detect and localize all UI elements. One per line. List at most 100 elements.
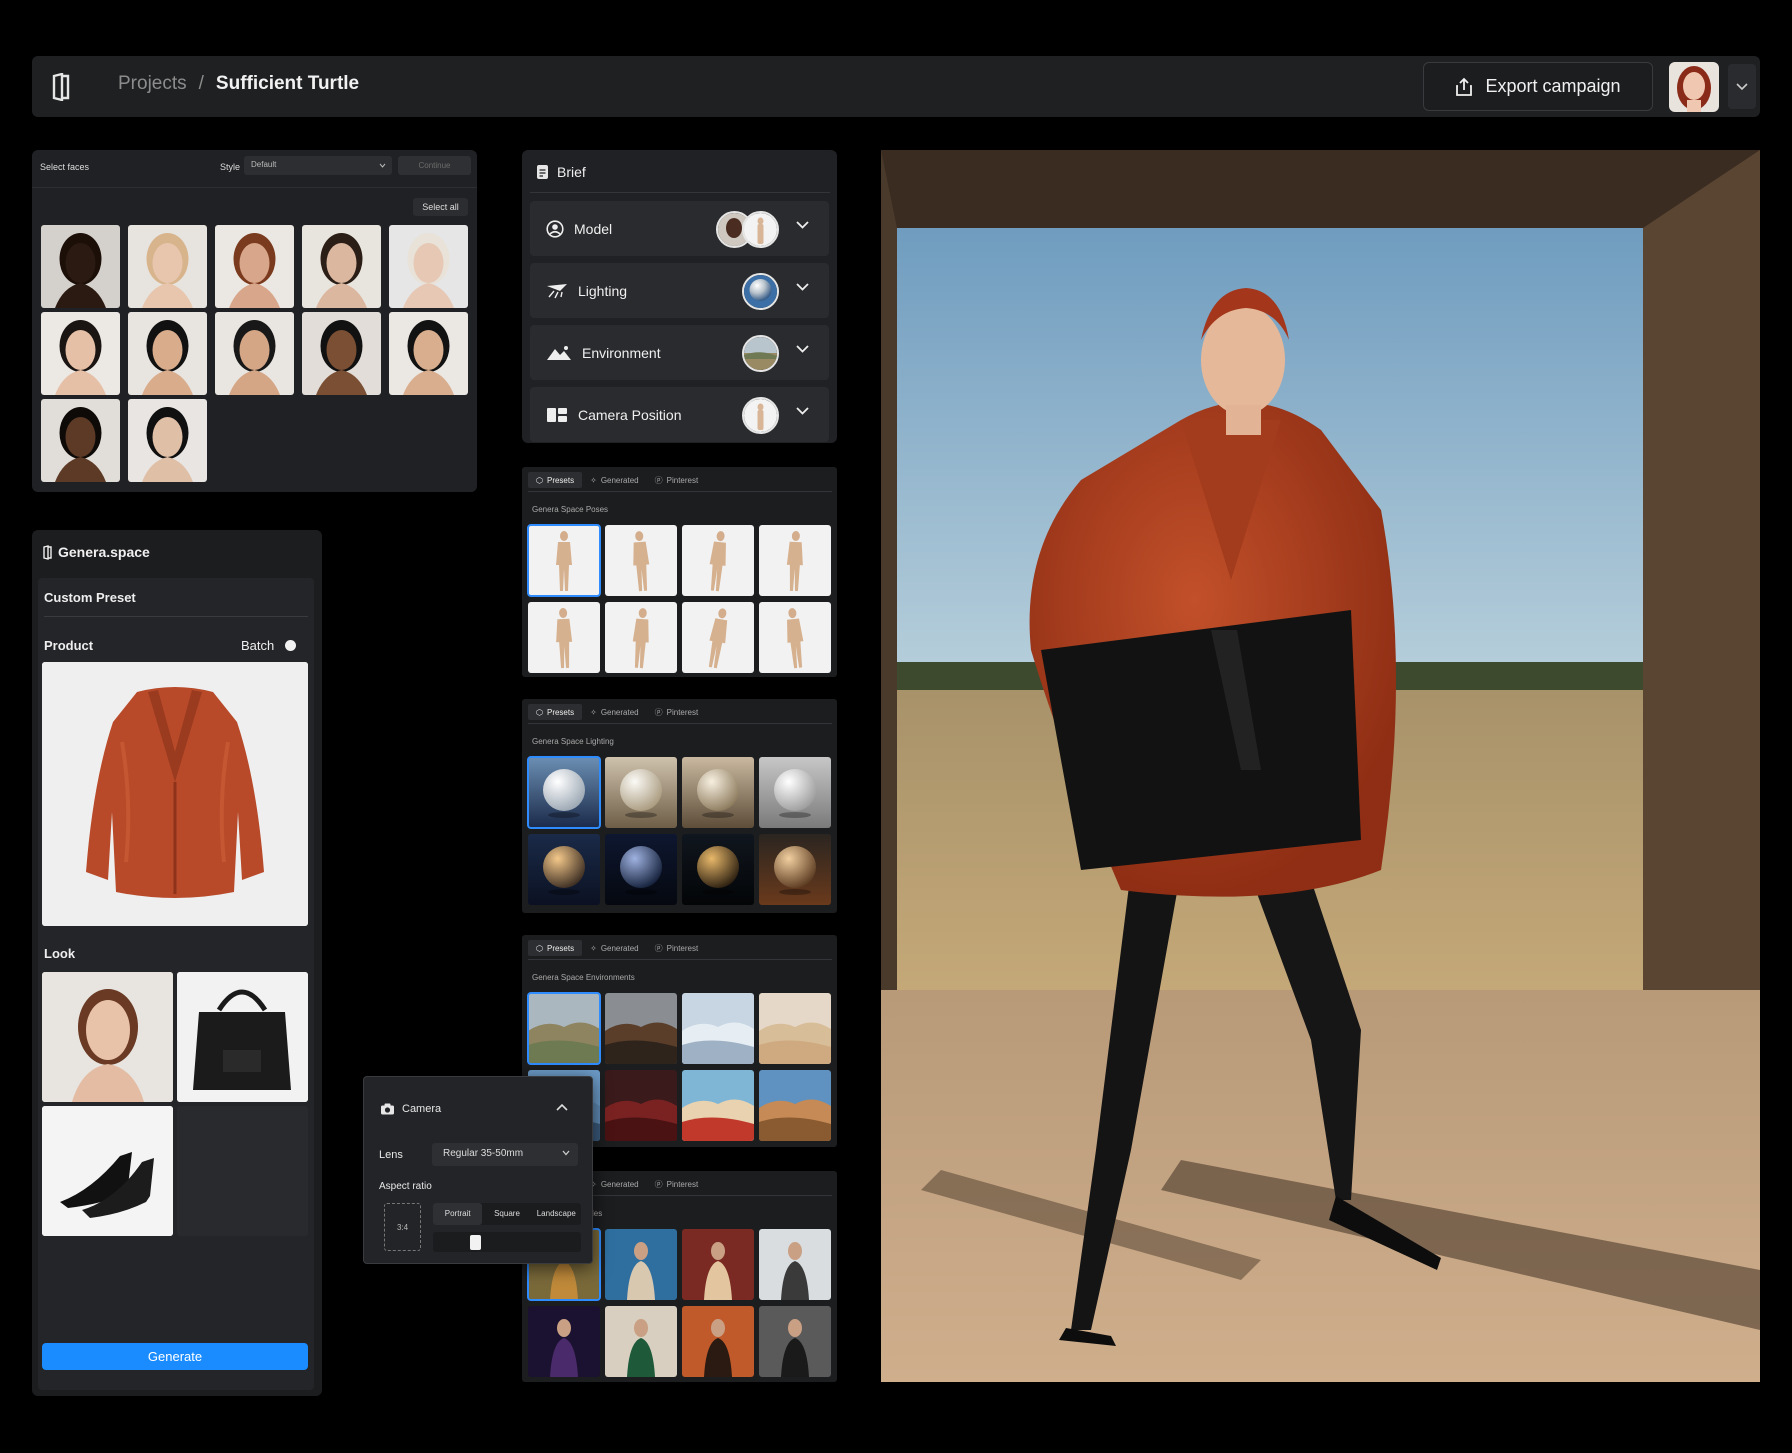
face-option[interactable] <box>128 312 207 395</box>
look-item-model[interactable] <box>42 972 173 1102</box>
style-select[interactable]: Default <box>244 156 392 175</box>
chevron-down-icon[interactable] <box>796 407 809 415</box>
pose-option[interactable] <box>759 525 831 596</box>
environment-option[interactable] <box>682 993 754 1064</box>
face-option[interactable] <box>302 225 381 308</box>
look-item-heels[interactable] <box>42 1106 173 1236</box>
breadcrumb-projects-link[interactable]: Projects <box>118 73 187 95</box>
export-campaign-button[interactable]: Export campaign <box>1423 62 1653 111</box>
face-option[interactable] <box>215 312 294 395</box>
environment-option[interactable] <box>759 1070 831 1141</box>
lighting-option[interactable] <box>759 834 831 905</box>
app-logo-icon[interactable] <box>50 73 72 101</box>
environment-option[interactable] <box>605 1070 677 1141</box>
faces-title: Select faces <box>40 162 90 172</box>
aspect-ratio-slider[interactable] <box>433 1232 581 1252</box>
lighting-option[interactable] <box>682 834 754 905</box>
pose-option[interactable] <box>527 524 601 597</box>
tab-label: Presets <box>546 943 575 953</box>
environment-thumb <box>742 335 779 372</box>
aspect-option-landscape[interactable]: Landscape <box>532 1203 581 1225</box>
brief-row-lighting[interactable]: Lighting <box>530 263 829 318</box>
face-option[interactable] <box>215 225 294 308</box>
preset-name[interactable]: Custom Preset <box>44 590 136 605</box>
presets-icon: ⬡ <box>536 475 543 485</box>
face-option[interactable] <box>128 399 207 482</box>
chevron-down-icon[interactable] <box>796 221 809 229</box>
tab-pinterest[interactable]: ⓟ Pinterest <box>647 1176 707 1192</box>
face-option[interactable] <box>389 225 468 308</box>
pose-option[interactable] <box>682 602 754 673</box>
face-option[interactable] <box>128 225 207 308</box>
brief-row-model[interactable]: Model <box>530 201 829 256</box>
look-item-bag[interactable] <box>177 972 308 1102</box>
chevron-down-icon[interactable] <box>796 345 809 353</box>
preset-card: Custom Preset Product Batch Look Generat… <box>38 578 314 1390</box>
pose-option[interactable] <box>682 525 754 596</box>
aspect-ratio-preview: 3:4 <box>384 1203 421 1251</box>
chevron-up-icon[interactable] <box>556 1103 568 1111</box>
product-image-fur-coat[interactable] <box>42 662 308 926</box>
brief-row-camera-position[interactable]: Camera Position <box>530 387 829 442</box>
user-avatar[interactable] <box>1669 62 1719 112</box>
style-option[interactable] <box>605 1306 677 1377</box>
brief-row-environment[interactable]: Environment <box>530 325 829 380</box>
brief-panel: Brief Model Lighting Environment Camera … <box>522 150 837 443</box>
lighting-option[interactable] <box>528 834 600 905</box>
lens-label: Lens <box>379 1149 403 1161</box>
tab-presets[interactable]: ⬡Presets <box>528 704 583 720</box>
environment-option[interactable] <box>759 993 831 1064</box>
account-menu-button[interactable] <box>1728 64 1756 109</box>
continue-button[interactable]: Continue <box>398 156 471 175</box>
lens-select[interactable]: Regular 35-50mm <box>432 1143 578 1166</box>
camera-popover: Camera Lens Regular 35-50mm Aspect ratio… <box>363 1076 593 1264</box>
batch-label: Batch <box>241 638 275 653</box>
pose-option[interactable] <box>605 525 677 596</box>
environment-option[interactable] <box>527 992 601 1065</box>
lighting-option[interactable] <box>759 757 831 828</box>
lighting-option[interactable] <box>605 834 677 905</box>
tab-generated[interactable]: ✧ Generated <box>582 472 647 488</box>
style-option[interactable] <box>759 1229 831 1300</box>
slider-handle[interactable] <box>470 1235 481 1250</box>
style-option[interactable] <box>682 1229 754 1300</box>
brief-row-label: Environment <box>582 344 661 361</box>
face-option[interactable] <box>302 312 381 395</box>
style-option[interactable] <box>605 1229 677 1300</box>
generate-button[interactable]: Generate <box>42 1343 308 1370</box>
divider <box>44 616 308 617</box>
tab-presets[interactable]: ⬡Presets <box>528 472 583 488</box>
pose-option[interactable] <box>759 602 831 673</box>
face-option[interactable] <box>41 399 120 482</box>
face-option[interactable] <box>41 225 120 308</box>
chevron-down-icon[interactable] <box>796 283 809 291</box>
tab-pinterest[interactable]: ⓟ Pinterest <box>647 472 707 488</box>
aspect-option-portrait[interactable]: Portrait <box>433 1203 483 1225</box>
look-label: Look <box>44 946 76 961</box>
lighting-option[interactable] <box>682 757 754 828</box>
tab-pinterest[interactable]: ⓟ Pinterest <box>647 704 707 720</box>
select-all-button[interactable]: Select all <box>413 198 468 216</box>
face-option[interactable] <box>41 312 120 395</box>
tab-generated[interactable]: ✧ Generated <box>582 940 647 956</box>
lighting-option[interactable] <box>605 757 677 828</box>
style-option[interactable] <box>682 1306 754 1377</box>
tab-generated[interactable]: ✧ Generated <box>582 704 647 720</box>
aspect-option-square[interactable]: Square <box>482 1203 531 1225</box>
camera-position-icon <box>547 407 567 422</box>
batch-toggle[interactable] <box>285 640 296 651</box>
style-option[interactable] <box>759 1306 831 1377</box>
pose-option[interactable] <box>605 602 677 673</box>
look-empty-slot[interactable] <box>177 1106 308 1236</box>
pose-option[interactable] <box>528 602 600 673</box>
tab-presets[interactable]: ⬡Presets <box>528 940 583 956</box>
environment-option[interactable] <box>682 1070 754 1141</box>
environment-option[interactable] <box>605 993 677 1064</box>
tab-pinterest[interactable]: ⓟ Pinterest <box>647 940 707 956</box>
style-option[interactable] <box>528 1306 600 1377</box>
genera-brand-name: Genera.space <box>58 544 150 560</box>
generated-hero-image[interactable] <box>881 150 1760 1382</box>
brief-row-label: Camera Position <box>578 406 682 423</box>
lighting-option[interactable] <box>527 756 601 829</box>
face-option[interactable] <box>389 312 468 395</box>
